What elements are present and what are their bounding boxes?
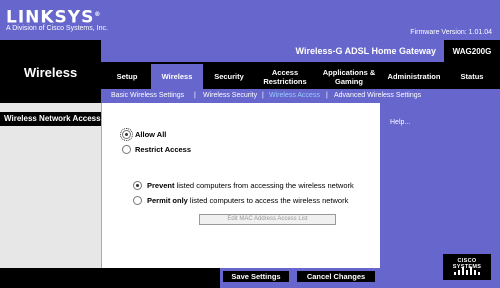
tab-wireless[interactable]: Wireless <box>151 64 203 89</box>
restrict-access-label: Restrict Access <box>135 145 192 154</box>
help-link[interactable]: Help... <box>390 119 410 126</box>
edit-mac-list-button[interactable]: Edit MAC Address Access List <box>199 214 336 225</box>
tab-security[interactable]: Security <box>204 64 254 89</box>
restrict-access-radio[interactable] <box>122 145 131 154</box>
allow-all-label: Allow All <box>135 130 167 139</box>
sidebar-title: Wireless Network Access <box>0 112 101 126</box>
subtab-wireless-security[interactable]: Wireless Security <box>203 90 257 102</box>
left-panel <box>0 103 101 288</box>
allow-all-radio[interactable] <box>120 128 133 141</box>
firmware-version: Firmware Version: 1.01.04 <box>410 29 492 36</box>
subtab-separator: | <box>194 92 196 99</box>
footer-left <box>0 268 220 288</box>
logo-tagline: A Division of Cisco Systems, Inc. <box>6 25 108 32</box>
tab-setup[interactable]: Setup <box>104 64 150 89</box>
subtab-basic-wireless-settings[interactable]: Basic Wireless Settings <box>111 90 184 102</box>
permit-only-label: Permit only listed computers to access t… <box>147 196 349 205</box>
product-name: Wireless-G ADSL Home Gateway <box>295 46 436 56</box>
section-title: Wireless <box>23 65 78 80</box>
cisco-logo: CISCO SYSTEMS <box>443 254 491 280</box>
subtab-separator: | <box>262 92 264 99</box>
subtab-wireless-access[interactable]: Wireless Access <box>269 90 320 102</box>
model-number: WAG200G <box>444 40 500 62</box>
tab-access-restrictions[interactable]: Access Restrictions <box>255 64 315 89</box>
tab-status[interactable]: Status <box>446 64 498 89</box>
tab-applications-gaming[interactable]: Applications & Gaming <box>316 64 382 89</box>
prevent-label: Prevent listed computers from accessing … <box>147 181 354 190</box>
cancel-changes-button[interactable]: Cancel Changes <box>297 271 375 282</box>
tab-administration[interactable]: Administration <box>383 64 445 89</box>
subtab-advanced-wireless-settings[interactable]: Advanced Wireless Settings <box>334 90 421 102</box>
prevent-radio[interactable] <box>133 181 142 190</box>
permit-only-radio[interactable] <box>133 196 142 205</box>
cisco-bars-icon <box>453 267 481 275</box>
subtab-separator: | <box>326 92 328 99</box>
save-settings-button[interactable]: Save Settings <box>223 271 289 282</box>
